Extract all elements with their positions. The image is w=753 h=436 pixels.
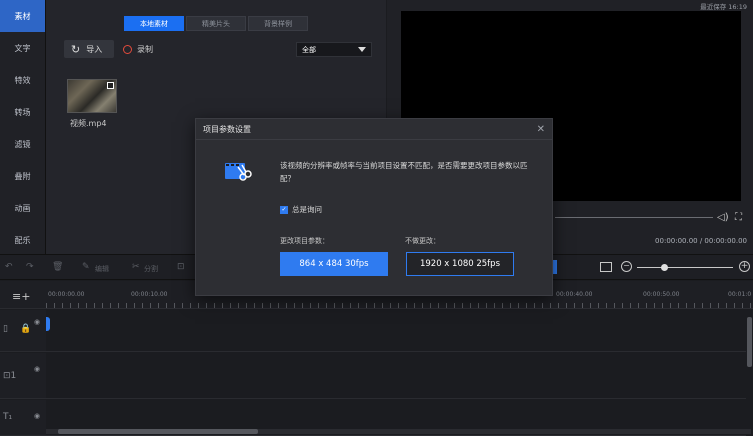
ruler-label: 00:00:00.00	[48, 291, 85, 298]
ruler-label: 00:00:10.00	[131, 291, 168, 298]
timeline: ≡+ 00:00:00.00 00:00:10.00 00:00:40.00 0…	[0, 281, 753, 436]
nav-item-animation[interactable]: 动画	[0, 192, 45, 224]
toolbar-accent	[553, 260, 557, 274]
nav-item-filters[interactable]: 滤镜	[0, 128, 45, 160]
tab-intros[interactable]: 精美片头	[186, 16, 246, 31]
ruler-label: 00:00:40.00	[556, 291, 593, 298]
split-icon[interactable]: ✂	[132, 262, 140, 272]
change-params-button[interactable]: 864 x 484 30fps	[280, 252, 388, 276]
record-button[interactable]: 录制	[123, 44, 153, 55]
overlay-track-icon: ⊡1	[3, 371, 17, 381]
zoom-out-icon[interactable]: −	[621, 261, 632, 272]
lock-icon[interactable]: 🔒	[20, 324, 31, 334]
video-track-icon: ▯	[3, 324, 8, 334]
project-settings-dialog: 项目参数设置 ✕ 该视频的分辨率或帧率与当前项目设置不匹配，是否需要更改项目参数…	[195, 118, 553, 296]
tab-local-media[interactable]: 本地素材	[124, 16, 184, 31]
dialog-message: 该视频的分辨率或帧率与当前项目设置不匹配，是否需要更改项目参数以匹配？	[280, 161, 528, 183]
change-params-label: 更改项目参数：	[280, 237, 329, 245]
overlay-track-head: ⊡1 ◉	[0, 353, 46, 399]
redo-icon[interactable]: ↷	[26, 262, 34, 272]
visibility-icon[interactable]: ◉	[34, 318, 40, 326]
video-cut-icon	[225, 163, 252, 181]
horizontal-scrollbar-thumb[interactable]	[58, 429, 258, 434]
import-label: 导入	[86, 44, 103, 54]
filter-value: 全部	[302, 45, 316, 54]
nav-item-text[interactable]: 文字	[0, 32, 45, 64]
visibility-icon[interactable]: ◉	[34, 365, 40, 373]
horizontal-scrollbar[interactable]	[46, 429, 751, 434]
video-track[interactable]	[46, 310, 746, 352]
undo-icon[interactable]: ↶	[5, 262, 13, 272]
dialog-title: 项目参数设置	[203, 124, 251, 134]
grid-icon[interactable]	[600, 262, 612, 272]
add-track-icon[interactable]: ≡+	[12, 290, 30, 303]
chevron-down-icon	[358, 47, 366, 52]
ruler-label: 00:00:50.00	[643, 291, 680, 298]
video-track-head: ▯ 🔒 ◉	[0, 310, 46, 352]
nav-item-music[interactable]: 配乐	[0, 224, 45, 256]
checkmark-icon[interactable]: ✓	[280, 205, 288, 214]
record-label: 录制	[137, 45, 153, 54]
text-track-head: T₁ ◉	[0, 400, 46, 436]
left-nav: 素材 文字 特效 转场 滤镜 叠附 动画 配乐	[0, 0, 46, 254]
media-tabs: 本地素材 精美片头 背景样例	[124, 16, 310, 31]
import-button[interactable]: ↻ 导入	[64, 40, 114, 58]
refresh-icon: ↻	[71, 42, 81, 56]
always-ask-checkbox[interactable]: ✓ 总是询问	[280, 204, 322, 215]
edit-icon[interactable]: ✎	[82, 262, 90, 272]
fullscreen-icon[interactable]: ⛶	[735, 212, 742, 223]
preview-timecode: 00:00:00.00 / 00:00:00.00	[655, 237, 747, 245]
edit-label: 编辑	[95, 265, 109, 273]
split-label: 分割	[144, 265, 158, 273]
overlay-track[interactable]	[46, 353, 746, 399]
media-thumbnail[interactable]	[67, 79, 117, 113]
nav-item-overlay[interactable]: 叠附	[0, 160, 45, 192]
nav-item-transitions[interactable]: 转场	[0, 96, 45, 128]
always-ask-label: 总是询问	[292, 205, 322, 214]
vertical-scrollbar[interactable]	[747, 317, 752, 367]
playhead[interactable]	[46, 317, 50, 331]
ruler-ticks	[46, 303, 753, 308]
delete-icon[interactable]: 🗑	[52, 262, 63, 272]
crop-icon[interactable]: ⊡	[177, 262, 185, 272]
tab-backgrounds[interactable]: 背景样例	[248, 16, 308, 31]
keep-params-label: 不做更改：	[405, 237, 440, 245]
timeline-header: ≡+	[0, 281, 46, 309]
volume-icon[interactable]: ◁)	[717, 212, 729, 223]
select-box-icon[interactable]	[107, 82, 114, 89]
media-filter-select[interactable]: 全部	[296, 42, 372, 57]
preview-progress-bar[interactable]	[555, 217, 713, 218]
ruler-label: 00:01:0	[728, 291, 752, 298]
zoom-in-icon[interactable]: +	[739, 261, 750, 272]
media-file-name: 视频.mp4	[70, 119, 107, 128]
zoom-slider[interactable]	[637, 267, 733, 268]
visibility-icon[interactable]: ◉	[34, 412, 40, 420]
dialog-header: 项目参数设置 ✕	[196, 119, 552, 140]
record-icon	[123, 45, 132, 54]
nav-item-effects[interactable]: 特效	[0, 64, 45, 96]
zoom-slider-handle[interactable]	[661, 264, 668, 271]
nav-item-media[interactable]: 素材	[0, 0, 45, 32]
text-track-icon: T₁	[3, 412, 13, 422]
keep-params-button[interactable]: 1920 x 1080 25fps	[406, 252, 514, 276]
close-icon[interactable]: ✕	[537, 124, 545, 135]
save-status: 最近保存 16:19	[700, 3, 747, 11]
